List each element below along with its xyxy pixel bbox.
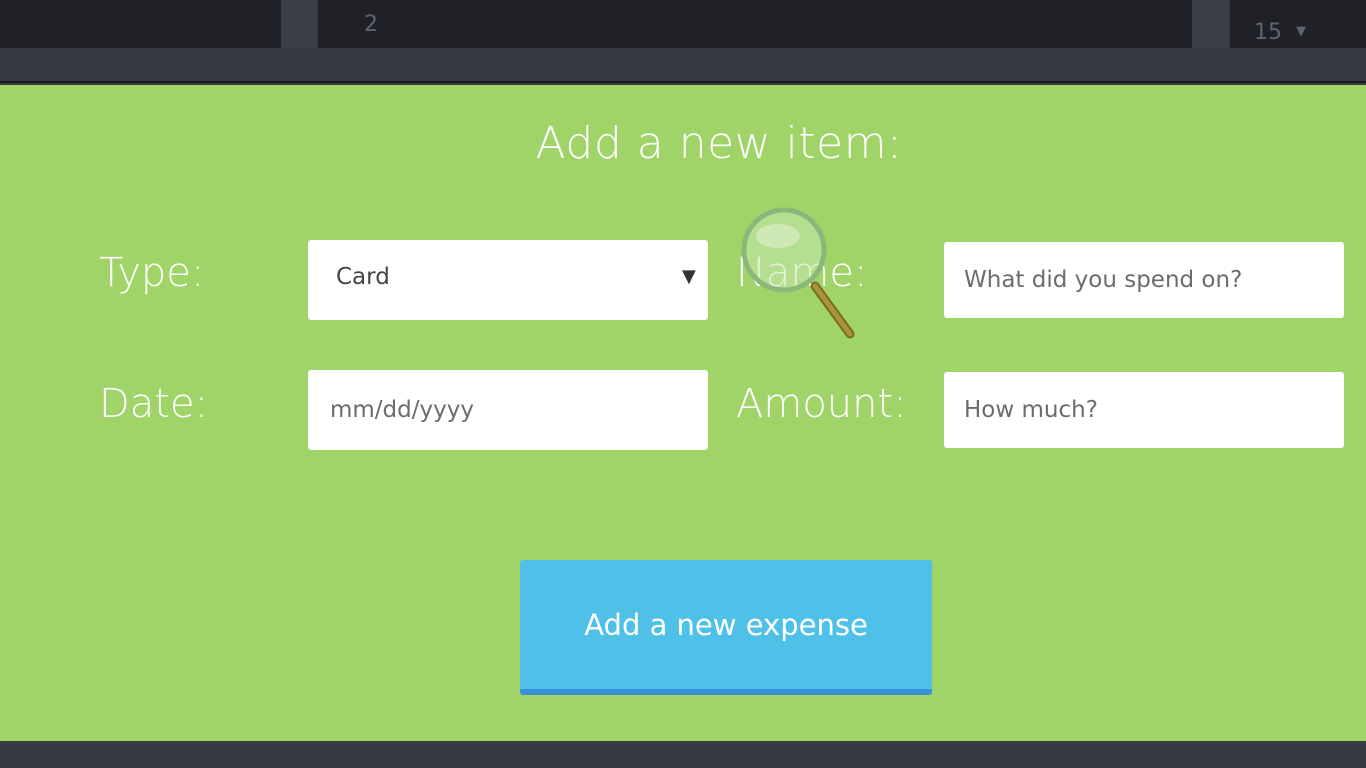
editor-gutter-left <box>281 0 318 48</box>
amount-input[interactable] <box>944 372 1344 448</box>
date-input[interactable] <box>308 370 708 450</box>
line-number-right: 15 <box>1254 20 1282 45</box>
name-input[interactable] <box>944 242 1344 318</box>
magnifier-icon <box>741 207 855 339</box>
caret-down-icon[interactable]: ▼ <box>1296 24 1306 39</box>
line-number-left: 2 <box>364 12 378 37</box>
form-title: Add a new item: <box>535 118 903 169</box>
toolbar-strip <box>0 48 1366 83</box>
caret-down-icon: ▼ <box>682 266 696 287</box>
add-expense-button[interactable]: Add a new expense <box>520 560 932 695</box>
date-label: Date: <box>99 381 209 427</box>
footer-strip <box>0 741 1366 768</box>
amount-label: Amount: <box>736 381 907 427</box>
type-label: Type: <box>99 250 205 296</box>
type-select[interactable]: Card ▼ <box>308 240 708 320</box>
editor-gutter-right <box>1192 0 1230 48</box>
type-select-value: Card <box>336 264 390 290</box>
editor-top-strip <box>0 0 1366 48</box>
